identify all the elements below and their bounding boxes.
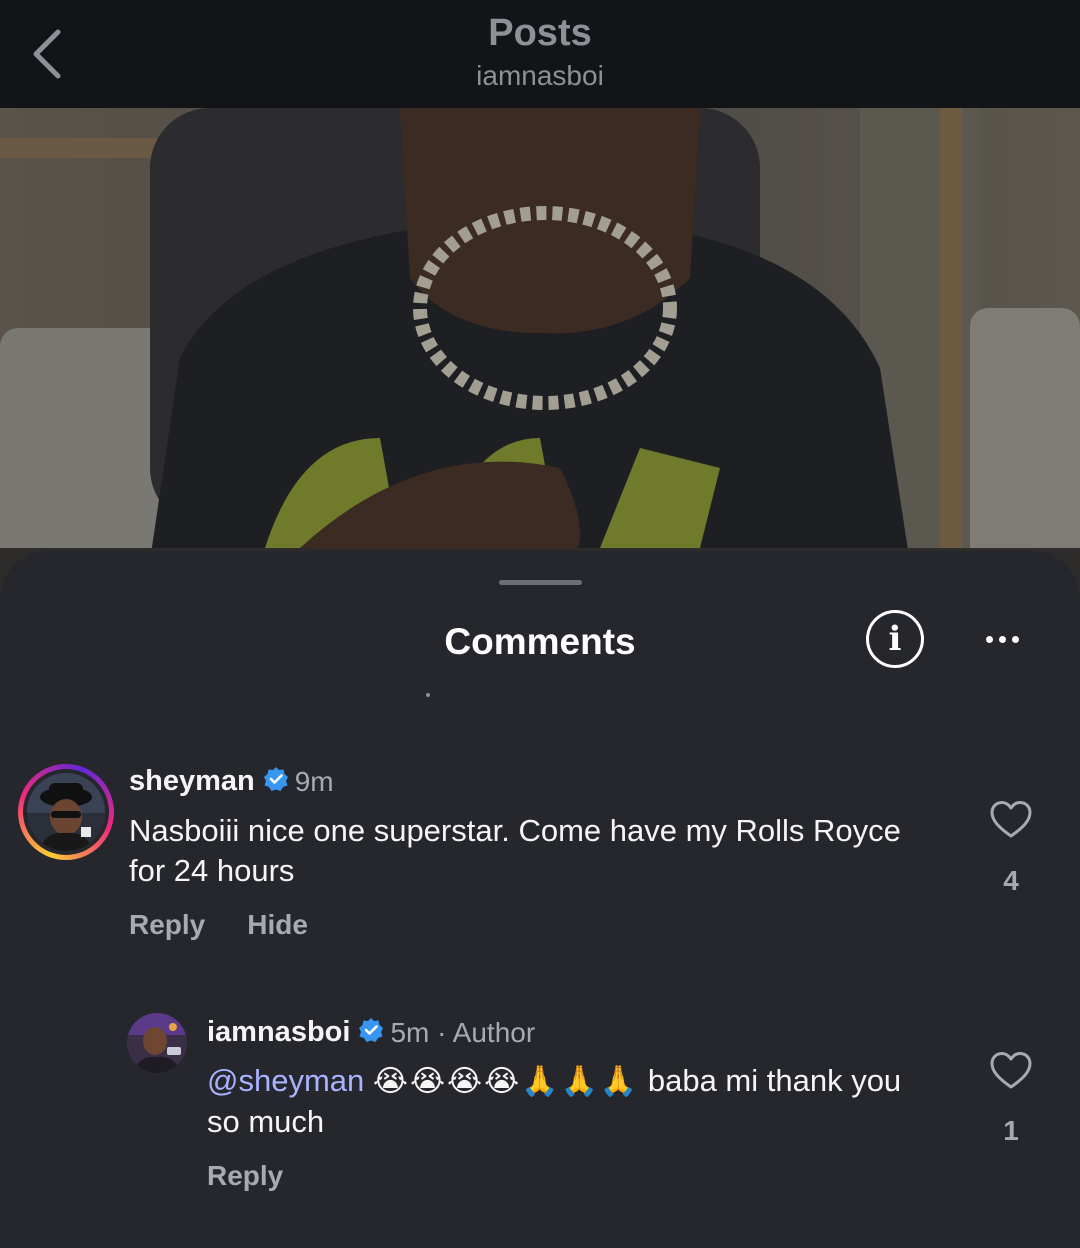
crying-emoji: 😭 [447,1064,483,1099]
reply-username[interactable]: iamnasboi [207,1016,350,1049]
reply-actions: Reply [207,1160,283,1192]
crying-emoji: 😭 [372,1064,408,1099]
like-button[interactable] [990,1051,1032,1091]
hide-button[interactable]: Hide [247,909,308,941]
more-horizontal-icon [985,635,993,643]
page-subtitle: iamnasboi [476,60,604,91]
reply-header: iamnasboi 5m · Author [207,1016,535,1049]
verified-badge-icon [358,1017,384,1048]
avatar[interactable] [127,1013,187,1073]
heart-icon [990,801,1032,838]
verified-badge-icon [263,766,289,797]
like-count: 1 [1003,1115,1019,1146]
top-nav-bar: Posts iamnasboi [0,0,1080,108]
reply-time-author: 5m · Author [390,1016,536,1048]
post-photo [0,108,1080,628]
comment-username[interactable]: sheyman [129,765,255,798]
like-count: 4 [1003,865,1019,896]
avatar-story-ring[interactable] [18,764,114,860]
crying-emoji: 😭 [484,1064,520,1099]
reply-button[interactable]: Reply [129,909,205,941]
loading-dot [426,693,430,697]
comment-time: 9m [294,765,334,797]
page-title: Posts [488,12,592,54]
comment-text: Nasboiii nice one superstar. Come have m… [129,813,901,888]
praying-hands-emoji: 🙏 [599,1064,638,1099]
praying-hands-emoji: 🙏 [521,1064,559,1099]
comments-sheet: Comments i sheyman 9m Nasboiii nice one … [0,551,1080,1248]
comment-header: sheyman 9m [129,765,334,798]
like-button[interactable] [990,800,1032,840]
sheet-drag-handle[interactable] [499,580,582,585]
reply-text: @sheyman 😭😭😭😭🙏🙏🙏 baba mi thank you so mu… [207,1061,917,1142]
more-options-button[interactable] [978,617,1026,661]
avatar [27,773,105,851]
mention-link[interactable]: @sheyman [207,1063,364,1098]
heart-icon [990,1052,1032,1089]
crying-emoji: 😭 [409,1064,446,1099]
praying-hands-emoji: 🙏 [560,1064,598,1099]
reply-button[interactable]: Reply [207,1160,283,1192]
comment-actions: Reply Hide [129,909,308,941]
info-icon[interactable]: i [866,610,924,668]
